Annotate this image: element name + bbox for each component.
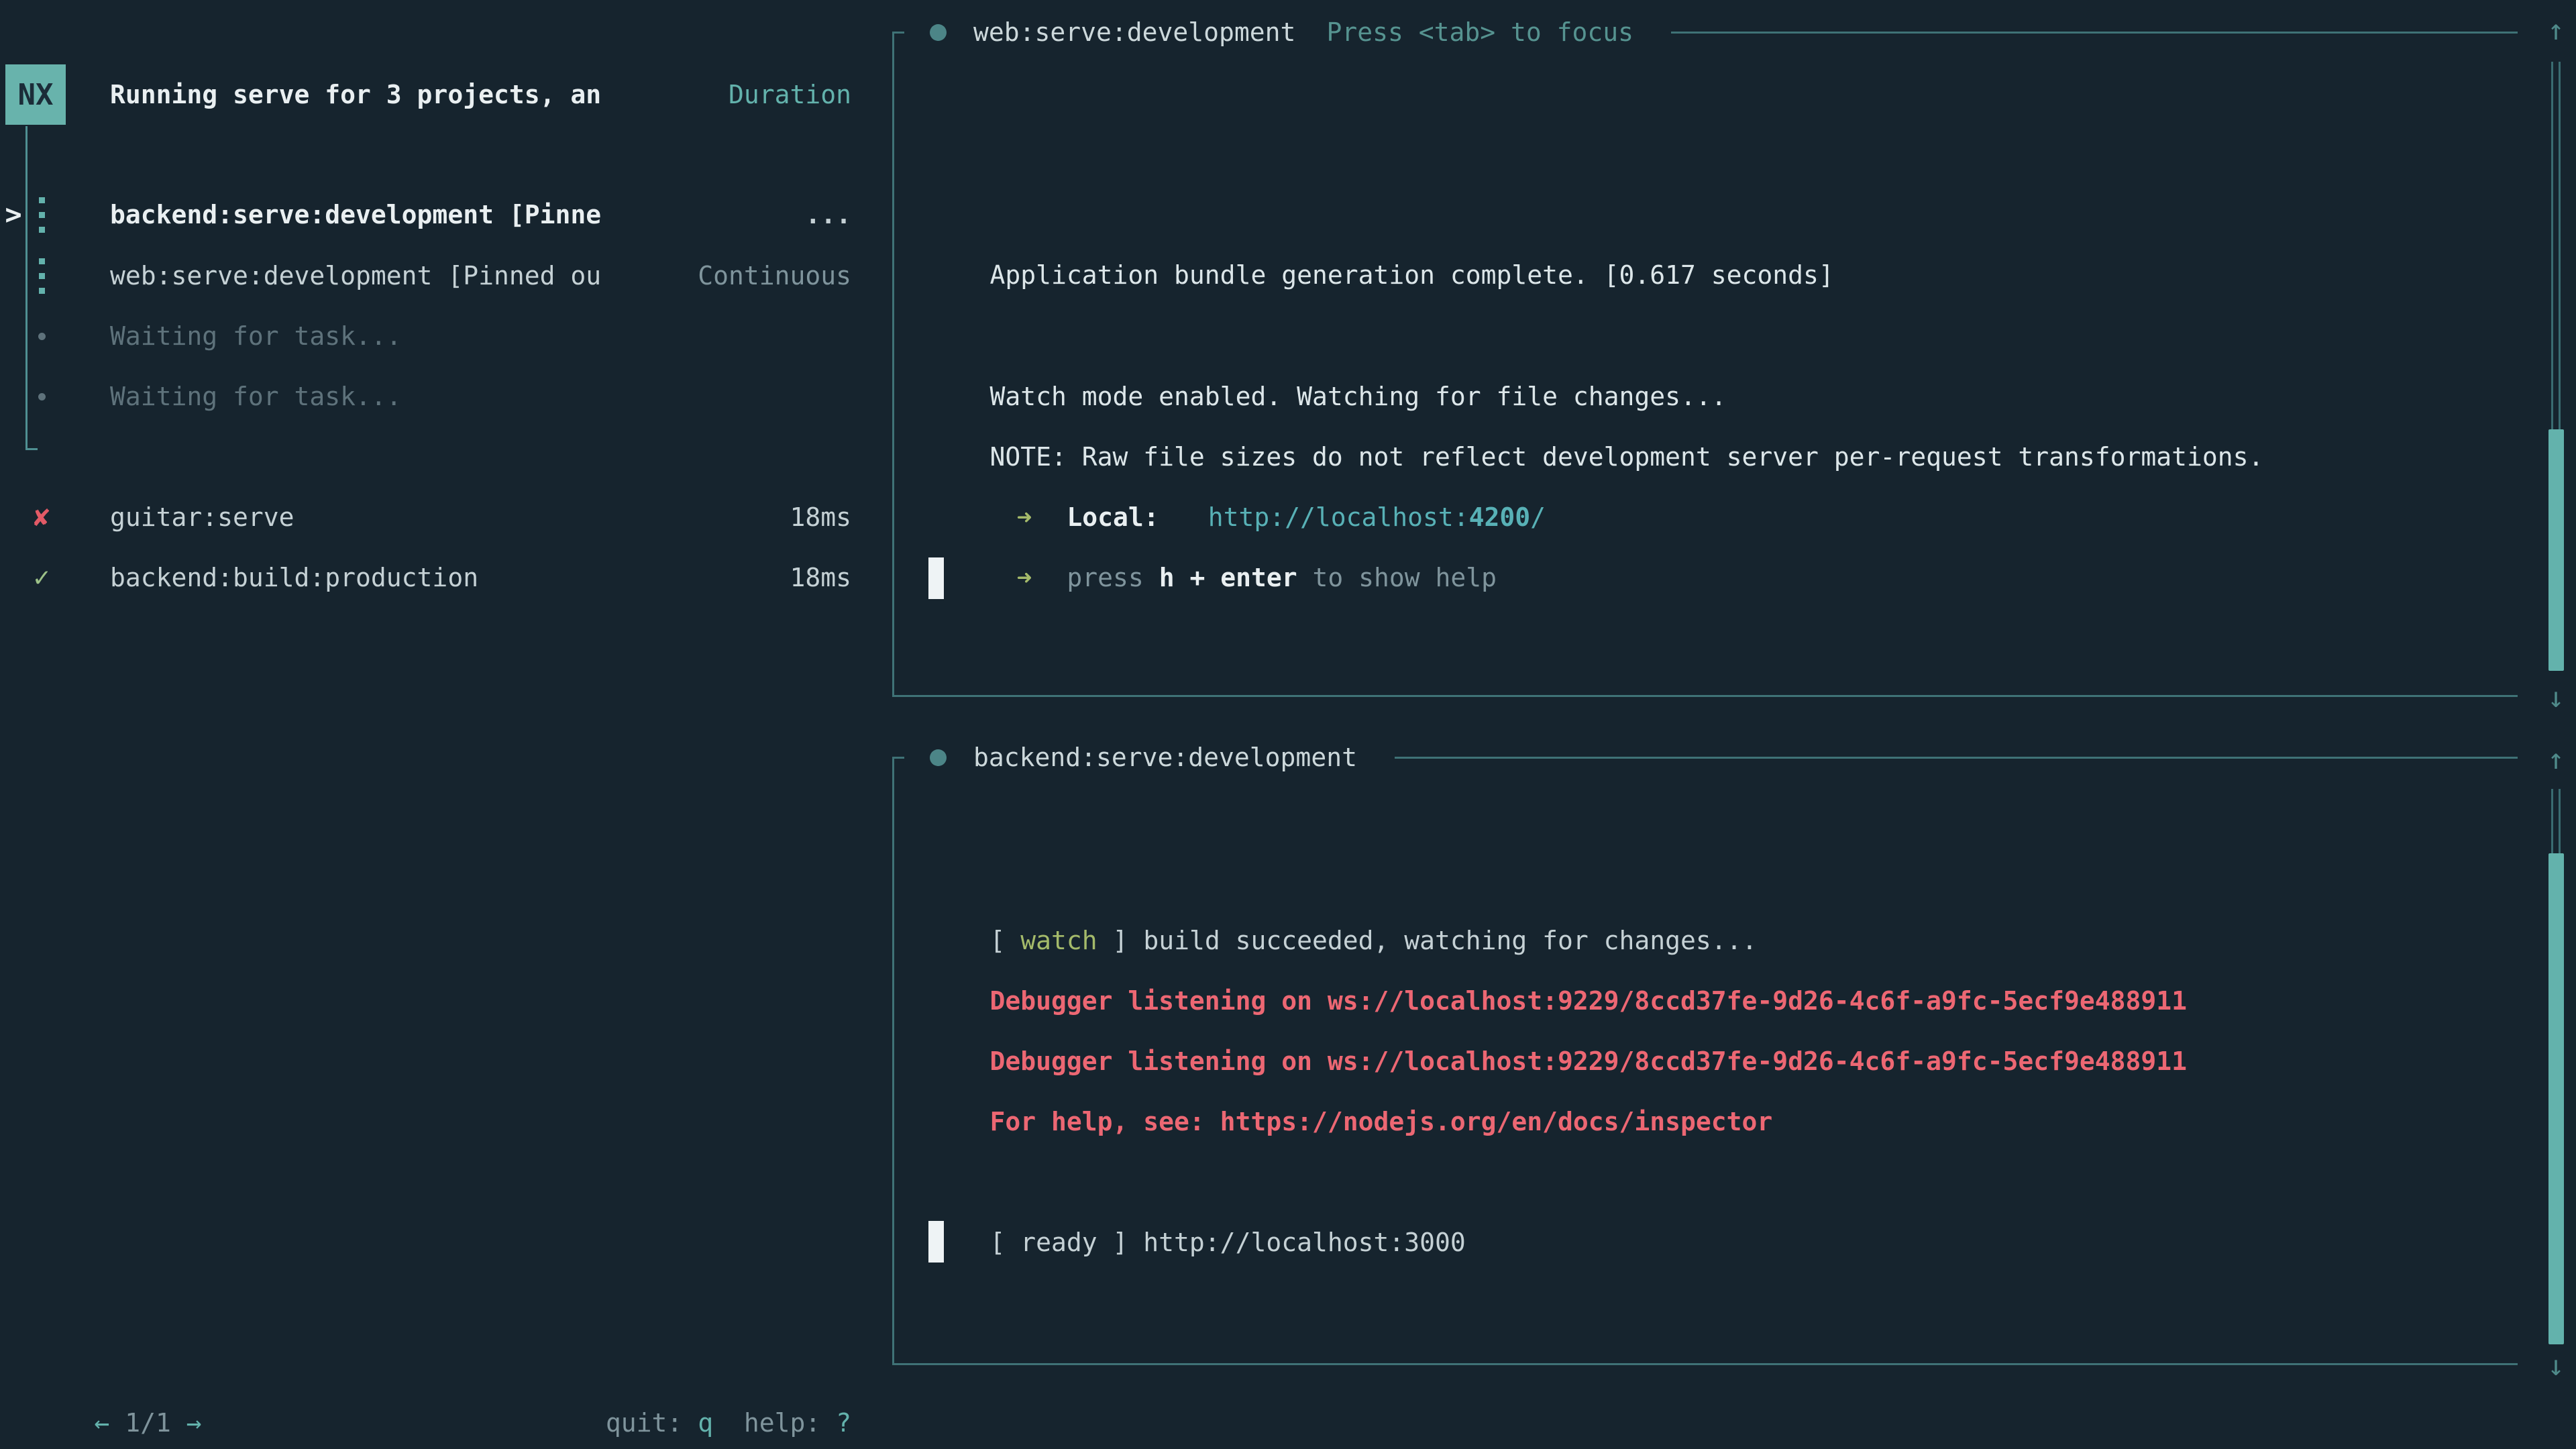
terminal-line: NOTE: Raw file sizes do not reflect deve… xyxy=(928,366,2263,427)
scroll-down-icon[interactable]: ↓ xyxy=(2540,667,2572,728)
error-cross-icon: ✘ xyxy=(23,487,60,547)
task-label: guitar:serve xyxy=(110,487,294,547)
task-label: Waiting for task... xyxy=(110,306,402,366)
task-list-header: Running serve for 3 projects, an Duratio… xyxy=(0,64,851,125)
terminal-line: ➜press h + enter to show help xyxy=(928,487,1497,547)
scroll-up-icon[interactable]: ↑ xyxy=(2540,729,2572,790)
task-duration: 18ms xyxy=(790,547,851,608)
pane-header: backend:serve:development xyxy=(892,741,2518,773)
duration-column-label: Duration xyxy=(729,64,851,125)
ready-log-text: [ ready ] http://localhost:3000 xyxy=(990,1228,1466,1257)
task-row[interactable]: ✘ guitar:serve 18ms xyxy=(0,487,851,547)
help-keys: h + enter xyxy=(1159,563,1297,592)
scrollbar-thumb[interactable] xyxy=(2548,429,2564,671)
scrollbar-track[interactable] xyxy=(2551,62,2561,429)
pane-title: backend:serve:development xyxy=(973,743,1357,772)
terminal-line: ➜Local:http://localhost:4200/ xyxy=(928,427,1546,487)
pane-border xyxy=(892,32,904,34)
nx-tui-screen: NX Running serve for 3 projects, an Dura… xyxy=(0,0,2576,1449)
quit-key: q xyxy=(698,1408,713,1438)
help-text: to show help xyxy=(1297,563,1497,592)
success-check-icon: ✓ xyxy=(23,547,60,608)
terminal-line: For help, see: https://nodejs.org/en/doc… xyxy=(928,1031,1772,1091)
task-row[interactable]: Waiting for task... xyxy=(0,306,851,366)
task-label: web:serve:development [Pinned ou xyxy=(110,246,601,306)
terminal-line: Watch mode enabled. Watching for file ch… xyxy=(928,306,1727,366)
help-key: ? xyxy=(836,1408,851,1438)
waiting-dot-icon xyxy=(23,366,60,427)
task-label: backend:build:production xyxy=(110,547,478,608)
pane-bullet-icon xyxy=(930,24,947,41)
pane-border xyxy=(892,1363,2518,1365)
task-row[interactable]: backend:serve:development [Pinne ... xyxy=(0,184,851,245)
pane-border xyxy=(892,695,2518,697)
terminal-line: Debugger listening on ws://localhost:922… xyxy=(928,910,2187,971)
terminal-line: [ ready ] http://localhost:3000 xyxy=(928,1152,1466,1212)
keyboard-hints: quit: q help: ? xyxy=(110,1332,851,1393)
arrow-right-icon: ➜ xyxy=(1017,563,1032,592)
spinner-icon xyxy=(23,246,60,306)
scroll-up-icon[interactable]: ↑ xyxy=(2540,0,2572,60)
pane-border xyxy=(892,757,904,759)
pane-border xyxy=(1395,757,2518,759)
terminal-line: Debugger listening on ws://localhost:922… xyxy=(928,971,2187,1031)
page-prev-icon[interactable]: ← xyxy=(95,1408,110,1438)
help-hint-label: help: xyxy=(713,1408,836,1438)
scrollbar-track[interactable] xyxy=(2551,789,2561,853)
task-list-title: Running serve for 3 projects, an xyxy=(110,64,601,125)
quit-hint-label: quit: xyxy=(606,1408,698,1438)
url-slash: / xyxy=(1530,502,1546,532)
terminal-cursor xyxy=(928,557,944,599)
task-duration: 18ms xyxy=(790,487,851,547)
task-status: ... xyxy=(805,184,851,245)
scroll-down-icon[interactable]: ↓ xyxy=(2540,1336,2572,1396)
inspector-help-text: For help, see: https://nodejs.org/en/doc… xyxy=(990,1107,1773,1136)
pane-border xyxy=(892,32,894,696)
task-label: backend:serve:development [Pinne xyxy=(110,184,601,245)
help-text: press xyxy=(1067,563,1159,592)
task-status: Continuous xyxy=(698,246,851,306)
scrollbar-thumb[interactable] xyxy=(2548,853,2564,1344)
pane-title: web:serve:development xyxy=(973,17,1295,47)
log-text: Application bundle generation complete. … xyxy=(990,260,1834,290)
waiting-dot-icon xyxy=(23,306,60,366)
task-tree-line-foot xyxy=(25,448,38,450)
terminal-line: Application bundle generation complete. … xyxy=(928,184,1834,245)
task-row[interactable]: Waiting for task... xyxy=(0,366,851,427)
terminal-cursor xyxy=(928,1221,944,1263)
pane-border xyxy=(892,757,894,1364)
task-row[interactable]: web:serve:development [Pinned ou Continu… xyxy=(0,246,851,306)
pane-border xyxy=(1671,32,2518,34)
pane-bullet-icon xyxy=(930,749,947,766)
focus-hint: Press <tab> to focus xyxy=(1326,17,1633,47)
spinner-icon xyxy=(23,184,60,245)
task-label: Waiting for task... xyxy=(110,366,402,427)
page-indicator: 1/1 xyxy=(109,1408,186,1438)
task-row[interactable]: ✓ backend:build:production 18ms xyxy=(0,547,851,608)
pane-header: web:serve:development Press <tab> to foc… xyxy=(892,16,2518,48)
terminal-line: [ watch ] build succeeded, watching for … xyxy=(928,850,1757,910)
page-next-icon[interactable]: → xyxy=(186,1408,202,1438)
